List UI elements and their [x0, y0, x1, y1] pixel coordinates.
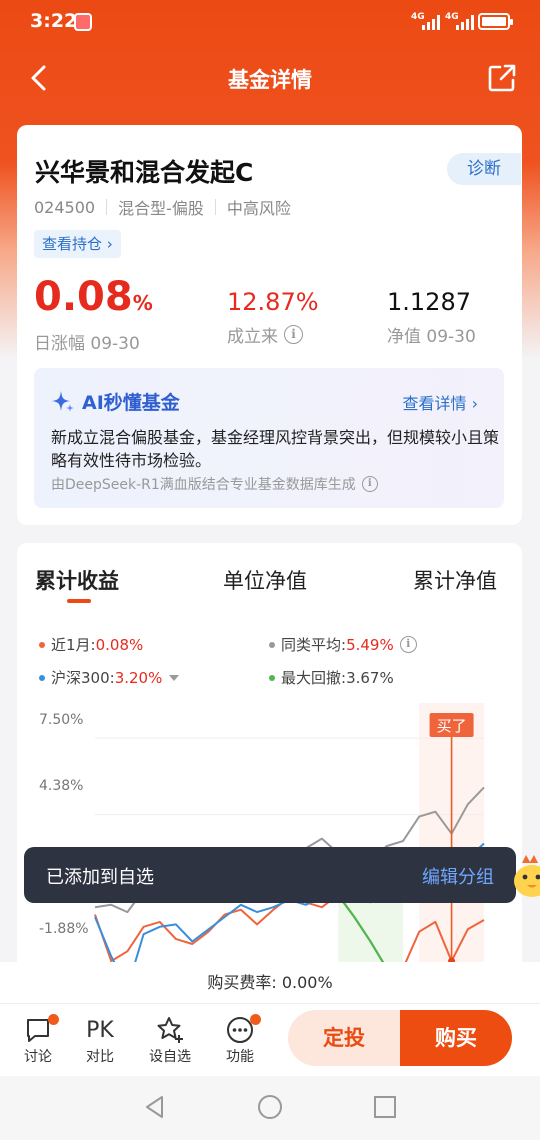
- notification-badge: [250, 1014, 261, 1025]
- dropdown-triangle-icon: [169, 674, 180, 681]
- chart-tabs: 累计收益 单位净值 累计净值: [17, 565, 522, 605]
- ai-source-row: 由DeepSeek-R1满血版结合专业基金数据库生成 i: [51, 474, 378, 494]
- since-inception-label-row: 成立来 i: [227, 322, 319, 347]
- info-icon[interactable]: i: [361, 476, 378, 492]
- fund-summary-card: 兴华景和混合发起C 诊断 024500 混合型-偏股 中高风险 查看持仓 › 0…: [17, 125, 522, 525]
- fund-meta: 024500 混合型-偏股 中高风险: [34, 195, 291, 219]
- ai-title-row: AI秒懂基金: [50, 388, 180, 415]
- legend-dot: [39, 641, 45, 648]
- fund-risk: 中高风险: [226, 199, 291, 218]
- nav-home-icon[interactable]: [257, 1094, 283, 1120]
- active-tab-indicator: [67, 599, 91, 603]
- fund-name: 兴华景和混合发起C: [35, 158, 254, 187]
- nav-back-icon[interactable]: [142, 1094, 168, 1120]
- legend-value: 3.20%: [114, 668, 163, 687]
- since-inception-label: 成立来: [227, 327, 278, 347]
- ai-source-text: 由DeepSeek-R1满血版结合专业基金数据库生成: [51, 477, 356, 493]
- tab-cumulative-return[interactable]: 累计收益: [35, 565, 119, 595]
- share-icon[interactable]: [486, 62, 518, 94]
- legend-value: 5.49%: [346, 635, 394, 654]
- legend-value: 3.67%: [346, 668, 394, 687]
- discuss-icon-wrap: [13, 1014, 63, 1046]
- notification-badge: [48, 1014, 59, 1025]
- page-title: 基金详情: [228, 68, 312, 92]
- daily-change-stat: 0.08% 日涨幅 09-30: [34, 275, 153, 354]
- toast-notification: 已添加到自选 编辑分组: [24, 847, 516, 903]
- legend-max-drawdown: 最大回撤: 3.67%: [269, 667, 394, 688]
- star-plus-icon: [157, 1017, 183, 1043]
- watch-icon-wrap: [145, 1014, 195, 1046]
- since-inception-stat: 12.87% 成立来 i: [227, 288, 319, 347]
- compare-label: 对比: [86, 1049, 114, 1065]
- discuss-label: 讨论: [24, 1049, 52, 1065]
- legend-index[interactable]: 沪深300: 3.20%: [39, 667, 180, 688]
- divider: [214, 199, 216, 215]
- legend-dot: [39, 674, 45, 681]
- tab-cumulative-nav[interactable]: 累计净值: [413, 565, 497, 595]
- diagnose-button[interactable]: 诊断: [447, 153, 521, 185]
- system-nav-bar: [0, 1076, 540, 1140]
- status-time: 3:22: [30, 10, 78, 32]
- legend-peer-average: 同类平均: 5.49% i: [269, 634, 417, 655]
- performance-card: 累计收益 单位净值 累计净值 近1月: 0.08% 同类平均: 5.49% i 沪深…: [17, 543, 522, 983]
- compare-button[interactable]: PK 对比: [75, 1014, 125, 1066]
- sparkle-icon: [52, 390, 74, 412]
- ai-summary-text: 新成立混合偏股基金，基金经理风控背景突出，但规模较小且策略有效性待市场检验。: [51, 428, 500, 470]
- percent-unit: %: [132, 291, 153, 315]
- legend-label: 近1月:: [51, 636, 96, 654]
- watch-label: 设自选: [149, 1049, 191, 1065]
- notification-icon: [74, 13, 92, 31]
- ai-view-details-link[interactable]: 查看详情 ›: [403, 390, 479, 414]
- daily-change-label: 日涨幅 09-30: [34, 334, 140, 354]
- legend-dot: [269, 641, 275, 648]
- discuss-button[interactable]: 讨论: [13, 1014, 63, 1066]
- legend-value: 0.08%: [95, 635, 144, 654]
- more-functions-button[interactable]: 功能: [215, 1014, 265, 1066]
- buy-button[interactable]: 购买: [400, 1010, 512, 1066]
- nav-recents-icon[interactable]: [372, 1094, 398, 1120]
- purchase-fee: 购买费率: 0.00%: [0, 962, 540, 1004]
- signal-bars-icon: [456, 14, 474, 30]
- chart-plot-area: 买了-1.85%1.89%: [94, 703, 485, 983]
- since-inception-value: 12.87%: [227, 288, 319, 316]
- auto-invest-button[interactable]: 定投: [288, 1010, 400, 1066]
- legend-dot: [269, 674, 275, 681]
- status-bar: 3:22 4G 4G: [0, 0, 540, 44]
- signal-bars-icon: [422, 14, 440, 30]
- bottom-action-bar: 讨论 PK 对比 设自选 功能 定投 购买: [0, 1004, 540, 1076]
- daily-change-value: 0.08%: [34, 275, 153, 325]
- buy-tag-label: 买了: [437, 717, 467, 735]
- tab-unit-nav[interactable]: 单位净值: [223, 565, 307, 595]
- legend-label: 最大回撤:: [281, 669, 347, 687]
- legend-fund: 近1月: 0.08%: [39, 634, 143, 655]
- nav-value: 1.1287: [387, 288, 471, 316]
- edit-group-button[interactable]: 编辑分组: [422, 863, 494, 889]
- view-holdings-link[interactable]: 查看持仓 ›: [34, 230, 121, 258]
- func-label: 功能: [226, 1049, 254, 1065]
- nav-bar: 基金详情: [0, 50, 540, 106]
- return-chart[interactable]: 7.50% 4.38% -1.88% 买了-1.85%1.89%: [17, 703, 522, 983]
- legend-label: 沪深300:: [51, 669, 115, 687]
- mascot-icon[interactable]: [512, 855, 540, 899]
- ai-title: AI秒懂基金: [82, 392, 180, 414]
- nav-stat: 1.1287 净值 09-30: [387, 288, 476, 347]
- func-icon-wrap: [215, 1014, 265, 1046]
- info-icon[interactable]: i: [399, 636, 417, 653]
- fund-type: 混合型-偏股: [118, 199, 204, 218]
- battery-icon: [478, 13, 513, 30]
- daily-change-number: 0.08: [34, 274, 133, 320]
- fund-code: 024500: [34, 197, 96, 217]
- pk-icon: PK: [86, 1017, 114, 1043]
- divider: [106, 199, 108, 215]
- ai-summary-box[interactable]: AI秒懂基金 查看详情 › 新成立混合偏股基金，基金经理风控背景突出，但规模较小…: [34, 368, 504, 508]
- legend-label: 同类平均:: [281, 636, 347, 654]
- add-watchlist-button[interactable]: 设自选: [145, 1014, 195, 1066]
- nav-label: 净值 09-30: [387, 327, 476, 347]
- info-icon[interactable]: i: [284, 325, 303, 344]
- toast-message: 已添加到自选: [46, 867, 154, 888]
